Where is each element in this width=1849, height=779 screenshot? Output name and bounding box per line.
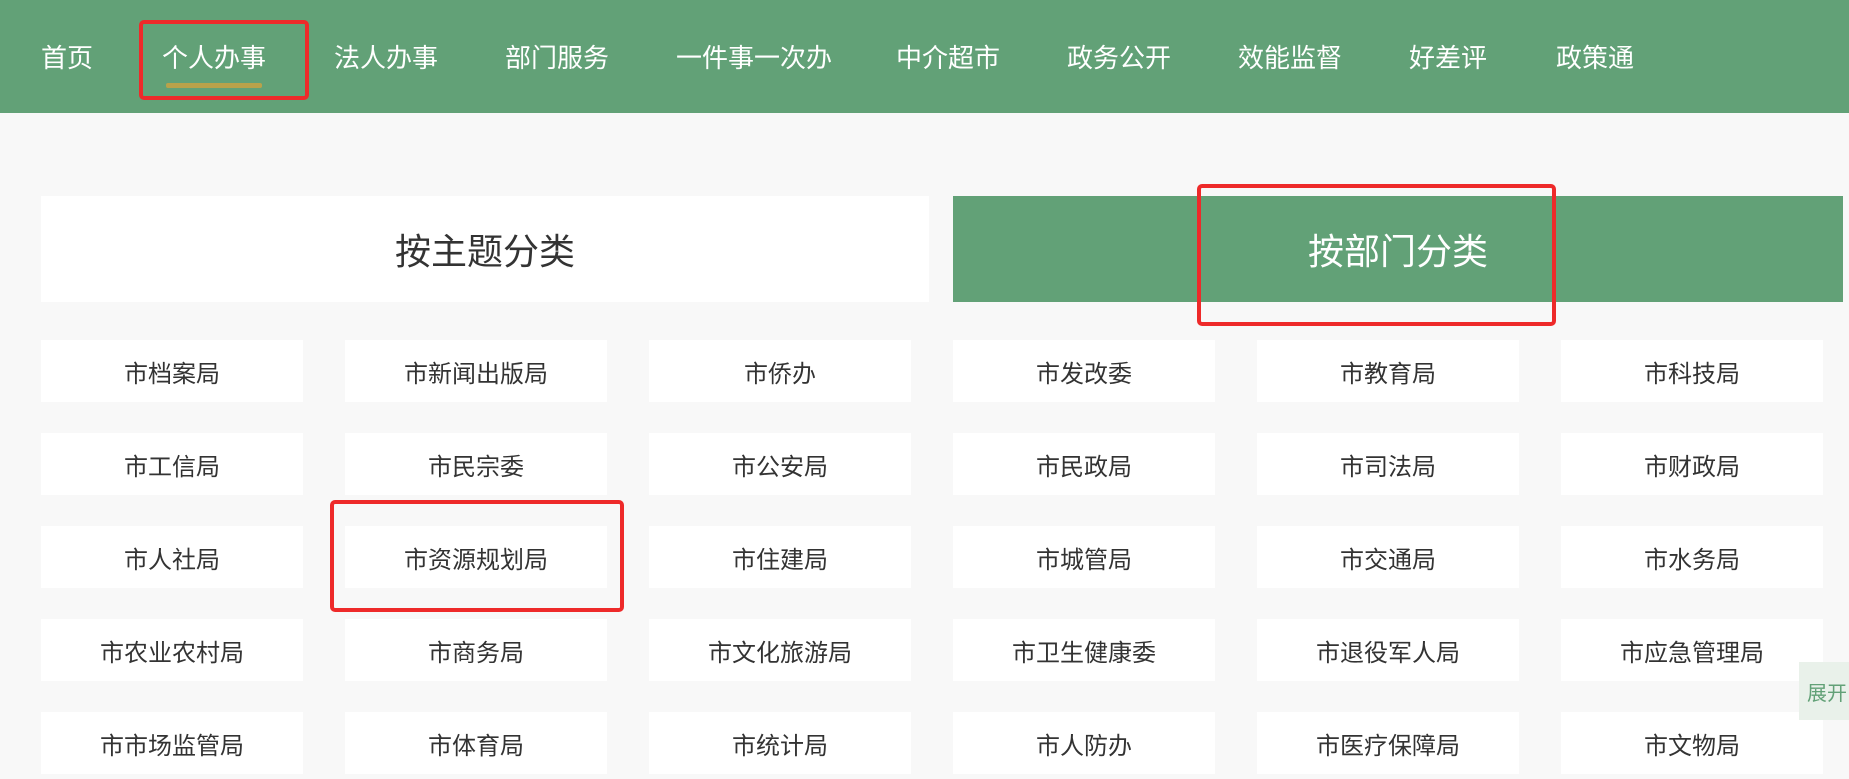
department-item[interactable]: 市司法局	[1257, 433, 1519, 495]
department-item[interactable]: 市侨办	[649, 340, 911, 402]
nav-item-department-services[interactable]: 部门服务	[505, 0, 609, 113]
department-item[interactable]: 市应急管理局	[1561, 619, 1823, 681]
nav-item-policy-access[interactable]: 政策通	[1556, 0, 1634, 113]
nav-item-personal-affairs[interactable]: 个人办事	[162, 0, 266, 113]
department-item[interactable]: 市新闻出版局	[345, 340, 607, 402]
tab-by-department[interactable]: 按部门分类	[953, 196, 1843, 302]
department-item[interactable]: 市文化旅游局	[649, 619, 911, 681]
department-item[interactable]: 市人社局	[41, 526, 303, 588]
active-nav-underline	[166, 83, 262, 88]
department-item[interactable]: 市卫生健康委	[953, 619, 1215, 681]
department-item[interactable]: 市民宗委	[345, 433, 607, 495]
department-item[interactable]: 市体育局	[345, 712, 607, 774]
nav-item-one-thing-one-go[interactable]: 一件事一次办	[676, 0, 832, 113]
department-item[interactable]: 市城管局	[953, 526, 1215, 588]
department-item[interactable]: 市住建局	[649, 526, 911, 588]
department-item[interactable]: 市科技局	[1561, 340, 1823, 402]
nav-item-legal-entity-affairs[interactable]: 法人办事	[334, 0, 438, 113]
department-item[interactable]: 市统计局	[649, 712, 911, 774]
department-item[interactable]: 市医疗保障局	[1257, 712, 1519, 774]
department-grid: 市档案局 市新闻出版局 市侨办 市发改委 市教育局 市科技局 市工信局 市民宗委…	[41, 340, 1823, 774]
department-item[interactable]: 市水务局	[1561, 526, 1823, 588]
tab-by-topic[interactable]: 按主题分类	[41, 196, 929, 302]
expand-button[interactable]: 展开	[1799, 662, 1849, 720]
department-item[interactable]: 市财政局	[1561, 433, 1823, 495]
nav-item-efficiency-supervision[interactable]: 效能监督	[1238, 0, 1342, 113]
nav-item-good-bad-review[interactable]: 好差评	[1409, 0, 1487, 113]
department-item[interactable]: 市教育局	[1257, 340, 1519, 402]
department-item[interactable]: 市文物局	[1561, 712, 1823, 774]
nav-item-intermediary-market[interactable]: 中介超市	[896, 0, 1000, 113]
department-item[interactable]: 市市场监管局	[41, 712, 303, 774]
department-item[interactable]: 市交通局	[1257, 526, 1519, 588]
nav-item-government-disclosure[interactable]: 政务公开	[1067, 0, 1171, 113]
top-navigation-bar: 首页 个人办事 法人办事 部门服务 一件事一次办 中介超市 政务公开 效能监督 …	[0, 0, 1849, 113]
department-item[interactable]: 市退役军人局	[1257, 619, 1519, 681]
department-item[interactable]: 市人防办	[953, 712, 1215, 774]
department-item[interactable]: 市资源规划局	[345, 526, 607, 588]
department-item[interactable]: 市商务局	[345, 619, 607, 681]
nav-item-home[interactable]: 首页	[41, 0, 93, 113]
department-item[interactable]: 市发改委	[953, 340, 1215, 402]
department-item[interactable]: 市民政局	[953, 433, 1215, 495]
department-item[interactable]: 市农业农村局	[41, 619, 303, 681]
department-item[interactable]: 市档案局	[41, 340, 303, 402]
department-item[interactable]: 市公安局	[649, 433, 911, 495]
department-item[interactable]: 市工信局	[41, 433, 303, 495]
